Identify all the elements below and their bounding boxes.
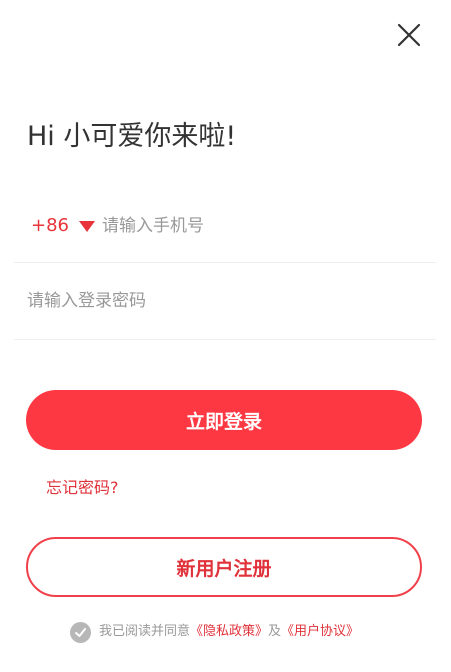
caret-down-icon: [79, 220, 95, 232]
phone-input[interactable]: [102, 212, 422, 240]
phone-row: +86: [14, 200, 436, 263]
password-input[interactable]: [27, 287, 417, 315]
user-agreement-link[interactable]: 《用户协议》: [281, 621, 359, 643]
password-row: [14, 263, 436, 340]
agreement-conjunction: 及: [268, 624, 282, 639]
agreement-row: 我已阅读并同意 《隐私政策》 及 《用户协议》: [70, 621, 359, 643]
checkmark-icon: [75, 627, 86, 637]
close-button[interactable]: [396, 22, 422, 48]
forgot-password-link[interactable]: 忘记密码?: [46, 476, 119, 500]
privacy-policy-link[interactable]: 《隐私政策》: [190, 621, 268, 643]
close-icon[interactable]: [396, 22, 422, 48]
country-code-label: +86: [31, 215, 69, 236]
agreement-checkbox[interactable]: [70, 621, 91, 643]
greeting-title: Hi 小可爱你来啦!: [27, 121, 237, 152]
login-button[interactable]: 立即登录: [26, 390, 422, 450]
agreement-prefix: 我已阅读并同意: [99, 624, 191, 639]
register-button[interactable]: 新用户注册: [26, 537, 422, 597]
country-code-selector[interactable]: +86: [31, 213, 95, 239]
